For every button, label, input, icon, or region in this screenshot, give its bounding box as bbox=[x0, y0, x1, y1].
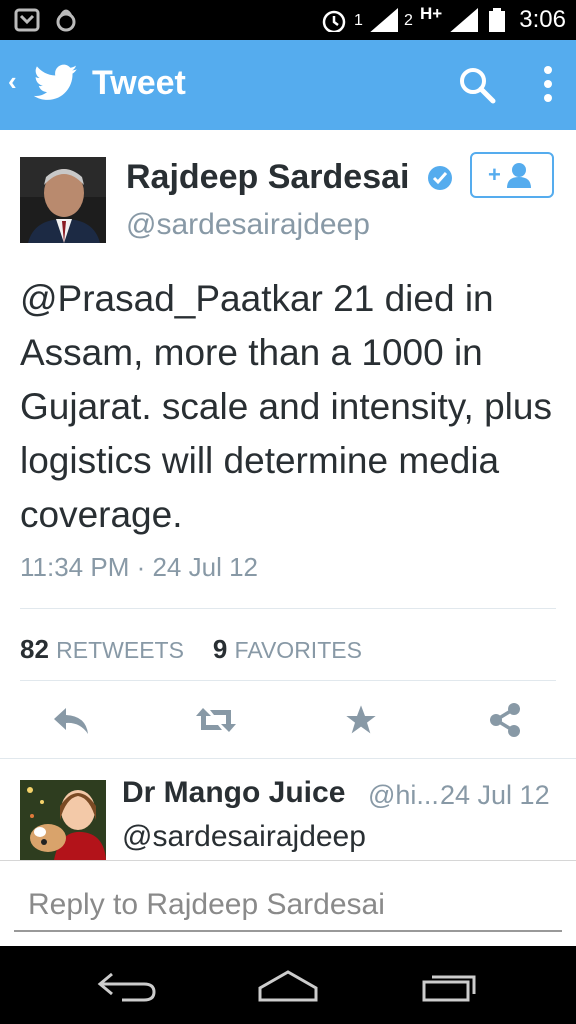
author-handle[interactable]: @sardesairajdeep bbox=[126, 208, 370, 242]
sim2-label: 2 bbox=[404, 12, 413, 29]
lock-icon bbox=[56, 9, 76, 32]
follow-button[interactable]: + bbox=[470, 152, 554, 198]
network-type: H+ bbox=[420, 4, 443, 23]
back-arrow-icon[interactable]: ‹ bbox=[8, 66, 17, 97]
retweets-count[interactable]: 82 bbox=[20, 634, 49, 664]
retweets-label[interactable]: RETWEETS bbox=[56, 637, 184, 663]
author-name[interactable]: Rajdeep Sardesai bbox=[126, 158, 409, 197]
recent-apps-icon[interactable] bbox=[420, 968, 480, 1004]
search-icon[interactable] bbox=[458, 66, 496, 104]
reply-author-name: Dr Mango Juice bbox=[122, 776, 346, 809]
overflow-menu-icon[interactable] bbox=[540, 64, 556, 104]
sim1-label: 1 bbox=[354, 12, 363, 29]
alarm-icon bbox=[322, 10, 346, 32]
add-user-icon: + bbox=[488, 162, 531, 188]
reply-input[interactable] bbox=[14, 880, 562, 932]
divider bbox=[20, 608, 556, 609]
reply-author-handle: @hi... bbox=[368, 780, 439, 810]
back-icon[interactable] bbox=[96, 968, 160, 1004]
status-time: 3:06 bbox=[519, 6, 566, 33]
reply-avatar[interactable] bbox=[20, 780, 106, 860]
divider bbox=[0, 860, 576, 861]
signal-icon bbox=[450, 8, 478, 32]
tweet-stats: 82 RETWEETS 9 FAVORITES bbox=[20, 634, 362, 665]
status-bar: 1 2 H+ 3:06 bbox=[0, 0, 576, 40]
favorites-count[interactable]: 9 bbox=[213, 634, 227, 664]
share-icon[interactable] bbox=[488, 702, 522, 738]
reply-text: @sardesairajdeep bbox=[122, 820, 366, 853]
retweet-icon[interactable] bbox=[194, 704, 238, 736]
divider bbox=[20, 680, 556, 681]
verified-badge-icon bbox=[428, 166, 452, 190]
reply-icon[interactable] bbox=[52, 704, 92, 736]
notification-icon bbox=[14, 8, 40, 32]
favorite-icon[interactable] bbox=[344, 704, 378, 736]
tweet-text: @Prasad_Paatkar 21 died in Assam, more t… bbox=[20, 278, 552, 535]
page-title: Tweet bbox=[92, 64, 186, 102]
favorites-label[interactable]: FAVORITES bbox=[235, 637, 362, 663]
tweet-timestamp: 11:34 PM · 24 Jul 12 bbox=[20, 552, 258, 582]
battery-icon bbox=[489, 8, 505, 32]
avatar[interactable] bbox=[20, 157, 106, 243]
svg-text:+: + bbox=[488, 162, 501, 187]
signal-icon bbox=[370, 8, 398, 32]
reply-date: 24 Jul 12 bbox=[440, 780, 550, 810]
home-icon[interactable] bbox=[256, 968, 320, 1004]
twitter-bird-icon[interactable] bbox=[34, 64, 78, 102]
